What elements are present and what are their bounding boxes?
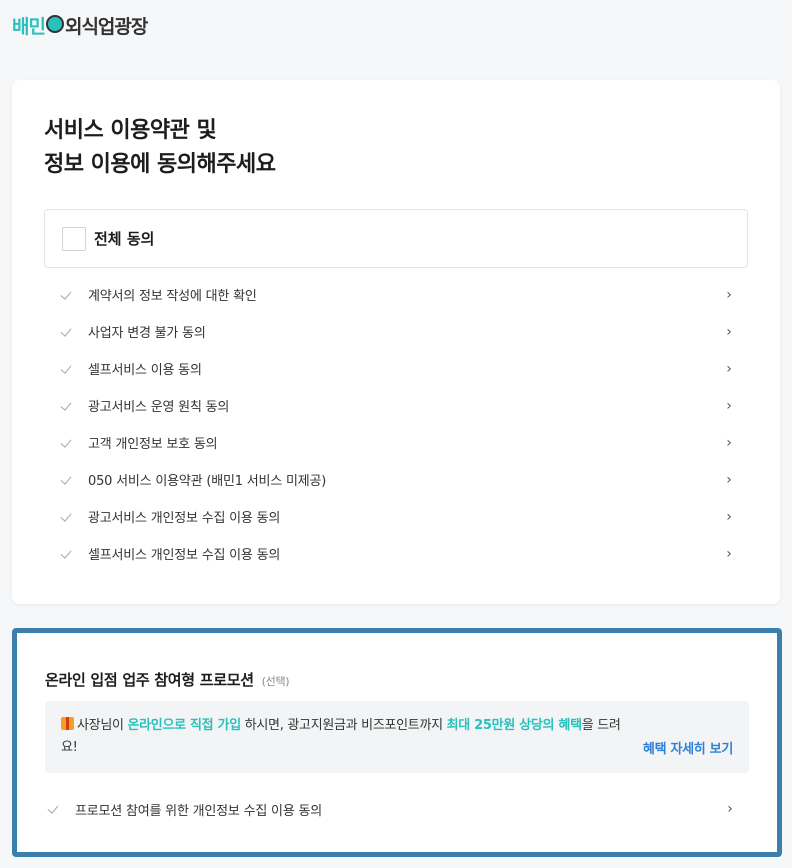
mascot-icon: [45, 14, 64, 33]
term-item[interactable]: 사업자 변경 불가 동의 ›: [44, 313, 748, 350]
promo-text-part: 하시면, 광고지원금과 비즈포인트까지: [240, 718, 447, 733]
optional-badge: (선택): [261, 675, 290, 688]
check-icon[interactable]: [62, 365, 74, 373]
term-label: 계약서의 정보 작성에 대한 확인: [88, 289, 257, 304]
term-label: 광고서비스 운영 원칙 동의: [88, 400, 230, 415]
check-icon[interactable]: [62, 513, 74, 521]
term-item[interactable]: 셀프서비스 이용 동의 ›: [44, 350, 748, 387]
term-label: 050 서비스 이용약관 (배민1 서비스 미제공): [88, 474, 327, 489]
promo-highlight: 온라인으로 직접 가입: [127, 718, 241, 733]
chevron-right-icon[interactable]: ›: [724, 509, 734, 525]
check-icon[interactable]: [62, 476, 74, 484]
term-item[interactable]: 셀프서비스 개인정보 수집 이용 동의 ›: [44, 535, 748, 572]
promo-text-part: 사장님이: [77, 718, 128, 733]
check-icon[interactable]: [62, 550, 74, 558]
promotion-term-item[interactable]: 프로모션 참여를 위한 개인정보 수집 이용 동의 ›: [45, 790, 749, 828]
promotion-banner: 사장님이 온라인으로 직접 가입 하시면, 광고지원금과 비즈포인트까지 최대 …: [45, 701, 749, 773]
term-label: 사업자 변경 불가 동의: [88, 326, 206, 341]
check-icon[interactable]: [62, 291, 74, 299]
chevron-right-icon[interactable]: ›: [725, 801, 735, 817]
promotion-title-text: 온라인 입점 업주 참여형 프로모션: [45, 671, 254, 689]
agree-all-label: 전체 동의: [94, 230, 155, 248]
term-item[interactable]: 계약서의 정보 작성에 대한 확인 ›: [44, 276, 748, 313]
agree-all-row[interactable]: 전체 동의: [44, 209, 748, 268]
term-item[interactable]: 광고서비스 개인정보 수집 이용 동의 ›: [44, 498, 748, 535]
term-label: 셀프서비스 개인정보 수집 이용 동의: [88, 548, 281, 563]
term-label: 프로모션 참여를 위한 개인정보 수집 이용 동의: [75, 803, 323, 819]
page-title: 서비스 이용약관 및 정보 이용에 동의해주세요: [44, 114, 276, 182]
logo[interactable]: 배민 외식업광장: [12, 12, 148, 39]
term-label: 셀프서비스 이용 동의: [88, 363, 202, 378]
terms-list: 계약서의 정보 작성에 대한 확인 › 사업자 변경 불가 동의 › 셀프서비스…: [44, 276, 748, 572]
promotion-title: 온라인 입점 업주 참여형 프로모션 (선택): [45, 669, 290, 690]
term-label: 고객 개인정보 보호 동의: [88, 437, 218, 452]
benefit-details-link[interactable]: 혜택 자세히 보기: [643, 738, 733, 757]
title-line-2: 정보 이용에 동의해주세요: [44, 152, 276, 177]
promotion-card: 온라인 입점 업주 참여형 프로모션 (선택) 사장님이 온라인으로 직접 가입…: [12, 628, 782, 857]
term-item[interactable]: 광고서비스 운영 원칙 동의 ›: [44, 387, 748, 424]
term-item[interactable]: 고객 개인정보 보호 동의 ›: [44, 424, 748, 461]
chevron-right-icon[interactable]: ›: [724, 287, 734, 303]
agree-all-checkbox[interactable]: [62, 226, 86, 251]
gift-icon: [61, 717, 74, 730]
check-icon[interactable]: [49, 805, 61, 813]
logo-text: 외식업광장: [64, 16, 148, 38]
promotion-text: 사장님이 온라인으로 직접 가입 하시면, 광고지원금과 비즈포인트까지 최대 …: [61, 715, 621, 759]
check-icon[interactable]: [62, 439, 74, 447]
terms-card: 서비스 이용약관 및 정보 이용에 동의해주세요 전체 동의 계약서의 정보 작…: [12, 80, 780, 604]
check-icon[interactable]: [62, 328, 74, 336]
term-label: 광고서비스 개인정보 수집 이용 동의: [88, 511, 281, 526]
promo-highlight: 최대 25만원 상당의 혜택: [446, 718, 582, 733]
chevron-right-icon[interactable]: ›: [724, 472, 734, 488]
title-line-1: 서비스 이용약관 및: [44, 118, 217, 143]
chevron-right-icon[interactable]: ›: [724, 546, 734, 562]
term-item[interactable]: 050 서비스 이용약관 (배민1 서비스 미제공) ›: [44, 461, 748, 498]
chevron-right-icon[interactable]: ›: [724, 361, 734, 377]
check-icon[interactable]: [62, 402, 74, 410]
chevron-right-icon[interactable]: ›: [724, 324, 734, 340]
chevron-right-icon[interactable]: ›: [724, 435, 734, 451]
chevron-right-icon[interactable]: ›: [724, 398, 734, 414]
logo-brand: 배민: [12, 16, 46, 38]
